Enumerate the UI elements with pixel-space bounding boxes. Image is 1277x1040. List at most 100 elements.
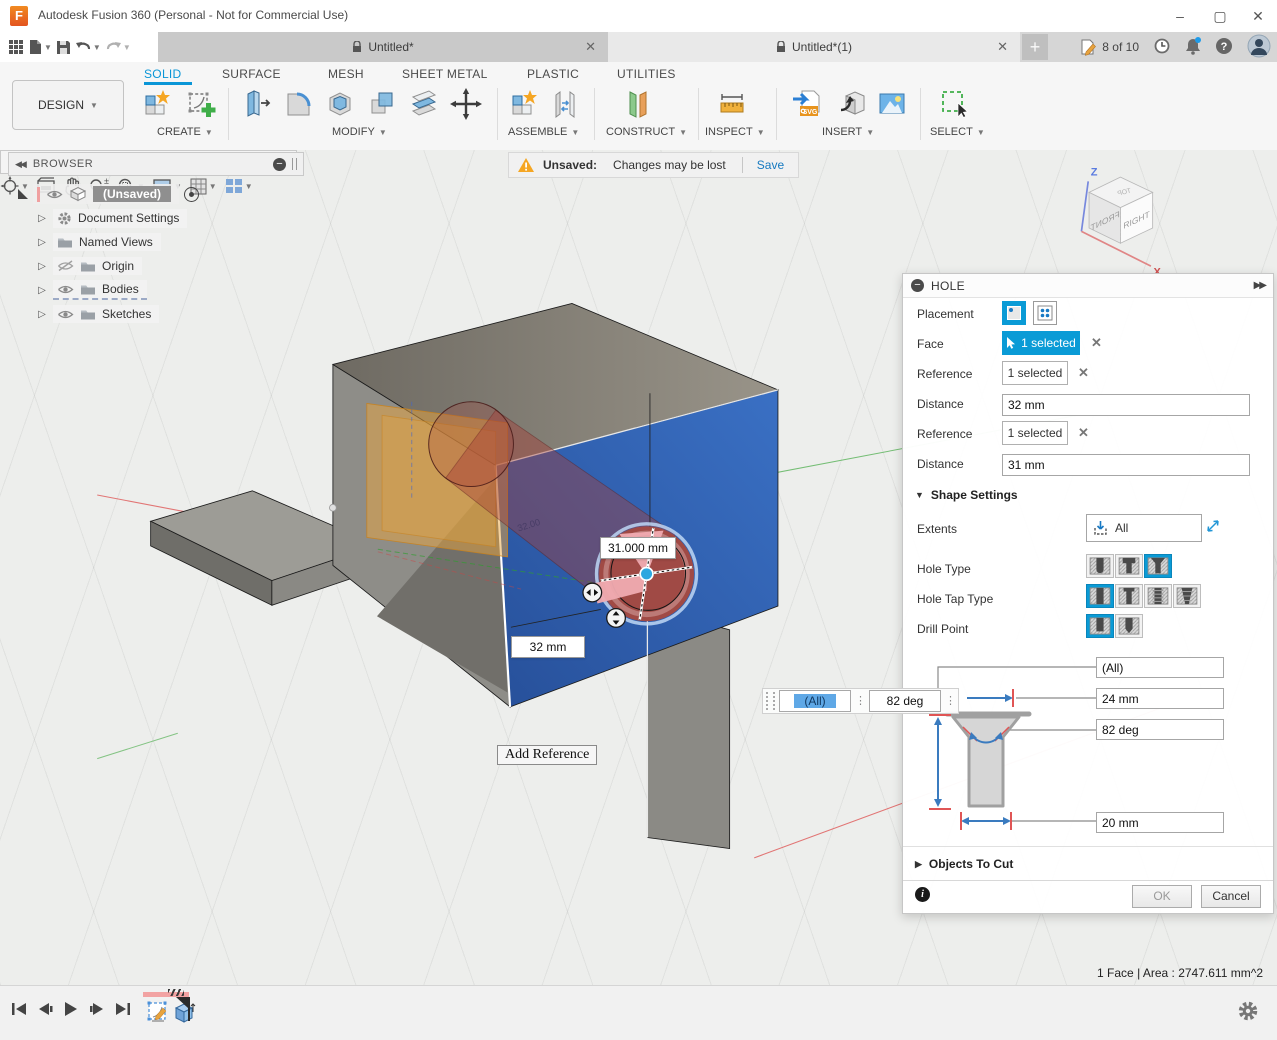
visibility-eye-icon[interactable]: [57, 309, 74, 320]
document-name-chip[interactable]: (Unsaved): [93, 186, 171, 202]
timeline-position-marker[interactable]: [188, 997, 190, 1021]
browser-row-sketches[interactable]: ▷ Sketches: [36, 302, 304, 326]
head-diameter-field[interactable]: [1096, 688, 1224, 709]
notifications-bell-icon[interactable]: [1185, 37, 1201, 58]
timeline-step-forward-button[interactable]: [86, 998, 108, 1020]
objects-to-cut-section-header[interactable]: ▶ Objects To Cut: [915, 857, 1013, 871]
drill-point-flat-button[interactable]: [1086, 614, 1114, 638]
job-status-button[interactable]: 8 of 10: [1080, 39, 1139, 56]
drill-point-angle-button[interactable]: [1115, 614, 1143, 638]
expand-triangle-icon[interactable]: ▷: [36, 309, 48, 320]
field-options-grip[interactable]: ⋮: [855, 698, 865, 705]
new-component-button[interactable]: [138, 86, 174, 122]
tap-type-tapped-button[interactable]: [1144, 584, 1172, 608]
timeline-step-back-button[interactable]: [34, 998, 56, 1020]
tap-type-taper-tapped-button[interactable]: [1173, 584, 1201, 608]
drag-handle-horizontal[interactable]: [583, 583, 602, 602]
distance2-input[interactable]: [1002, 454, 1250, 476]
placement-multiple-toggle[interactable]: [1033, 301, 1057, 325]
design-workspace-button[interactable]: DESIGN▼: [12, 80, 124, 130]
combine-button[interactable]: [364, 86, 400, 122]
tap-type-clearance-button[interactable]: [1115, 584, 1143, 608]
activate-radio-icon[interactable]: [184, 187, 199, 202]
inspect-group-label[interactable]: INSPECT ▼: [705, 126, 765, 138]
file-menu-icon[interactable]: ▼: [28, 39, 52, 55]
expand-triangle-icon[interactable]: [18, 189, 28, 199]
ribbon-tab-utilities[interactable]: UTILITIES: [617, 67, 676, 81]
ribbon-tab-solid[interactable]: SOLID: [144, 67, 182, 81]
history-clock-icon[interactable]: [1153, 37, 1171, 58]
flip-direction-icon[interactable]: [1205, 517, 1221, 538]
timeline-marker-flag[interactable]: [176, 997, 188, 1008]
ribbon-tab-mesh[interactable]: MESH: [328, 67, 364, 81]
expand-triangle-icon[interactable]: ▷: [36, 213, 48, 224]
distance1-input[interactable]: [1002, 394, 1250, 416]
save-action-link[interactable]: Save: [743, 158, 798, 172]
countersink-angle-field[interactable]: [1096, 719, 1224, 740]
angle-floating-field[interactable]: 82 deg: [869, 690, 941, 712]
visibility-eye-icon[interactable]: [46, 189, 63, 200]
offset-face-button[interactable]: [406, 86, 442, 122]
insert-canvas-button[interactable]: [874, 86, 910, 122]
move-copy-button[interactable]: [448, 86, 484, 122]
assemble-group-label[interactable]: ASSEMBLE ▼: [508, 126, 579, 138]
panel-grip[interactable]: [292, 158, 297, 170]
clear-reference2-icon[interactable]: ✕: [1078, 425, 1089, 441]
diameter-field[interactable]: [1096, 812, 1224, 833]
user-avatar[interactable]: [1247, 34, 1271, 61]
timeline-play-button[interactable]: [60, 998, 82, 1020]
assemble-new-component-button[interactable]: [505, 86, 541, 122]
collapse-dialog-icon[interactable]: −: [911, 279, 924, 292]
app-grid-icon[interactable]: [8, 39, 24, 55]
placement-single-toggle[interactable]: [1002, 301, 1026, 325]
shell-button[interactable]: [322, 86, 358, 122]
info-icon[interactable]: i: [915, 887, 930, 902]
hole-dialog-header[interactable]: − HOLE ▶▶: [903, 274, 1273, 298]
timeline-sketch-feature[interactable]: [146, 1000, 170, 1027]
maximize-button[interactable]: ▢: [1205, 4, 1235, 28]
document-tab-1[interactable]: Untitled* ✕: [158, 32, 608, 62]
reference2-selection-button[interactable]: 1 selected: [1002, 421, 1068, 445]
expand-triangle-icon[interactable]: ▷: [36, 261, 48, 272]
reference1-selection-button[interactable]: 1 selected: [1002, 361, 1068, 385]
cancel-button[interactable]: Cancel: [1201, 885, 1261, 908]
document-tab-2-active[interactable]: Untitled*(1) ✕: [608, 32, 1020, 62]
undo-icon[interactable]: ▼: [75, 40, 101, 55]
ok-button[interactable]: OK: [1132, 885, 1192, 908]
minimize-panel-icon[interactable]: −: [273, 158, 286, 171]
save-icon[interactable]: [56, 40, 71, 55]
shape-settings-section-header[interactable]: ▼ Shape Settings: [915, 488, 1018, 502]
ribbon-tab-plastic[interactable]: PLASTIC: [527, 67, 579, 81]
dimension-label-32mm[interactable]: 32 mm: [511, 636, 585, 658]
new-tab-button[interactable]: +: [1022, 34, 1048, 60]
create-sketch-button[interactable]: [182, 86, 218, 122]
minimize-button[interactable]: –: [1165, 4, 1195, 28]
insert-svg-button[interactable]: SVG: [790, 86, 826, 122]
browser-row-bodies[interactable]: ▷ Bodies: [36, 278, 304, 302]
hole-type-simple-button[interactable]: [1086, 554, 1114, 578]
face-selection-button[interactable]: 1 selected: [1002, 331, 1080, 355]
joint-button[interactable]: [547, 86, 583, 122]
select-button[interactable]: [936, 86, 972, 122]
visibility-eye-icon[interactable]: [57, 284, 74, 295]
browser-row-named-views[interactable]: ▷ Named Views: [36, 230, 304, 254]
browser-header[interactable]: ◀◀ BROWSER −: [8, 152, 304, 176]
timeline-settings-gear-icon[interactable]: [1237, 1000, 1259, 1025]
timeline-go-to-start-button[interactable]: [8, 998, 30, 1020]
extent-floating-field[interactable]: (All): [779, 690, 851, 712]
close-tab-icon[interactable]: ✕: [585, 39, 596, 55]
insert-mesh-button[interactable]: [834, 86, 870, 122]
browser-row-document-settings[interactable]: ▷ Document Settings: [36, 206, 304, 230]
browser-root-row[interactable]: (Unsaved): [18, 182, 304, 206]
close-tab-icon[interactable]: ✕: [997, 39, 1008, 55]
hole-center-point[interactable]: [640, 568, 653, 581]
create-group-label[interactable]: CREATE ▼: [157, 126, 213, 138]
construct-group-label[interactable]: CONSTRUCT ▼: [606, 126, 687, 138]
dimension-label-31mm[interactable]: 31.000 mm: [600, 537, 676, 559]
fillet-button[interactable]: [280, 86, 316, 122]
visibility-off-eye-icon[interactable]: [57, 260, 74, 272]
view-cube[interactable]: TOP FRONT RIGHT Z X: [1081, 166, 1161, 278]
select-group-label[interactable]: SELECT ▼: [930, 126, 985, 138]
redo-icon[interactable]: ▼: [105, 40, 131, 55]
browser-row-origin[interactable]: ▷ Origin: [36, 254, 304, 278]
